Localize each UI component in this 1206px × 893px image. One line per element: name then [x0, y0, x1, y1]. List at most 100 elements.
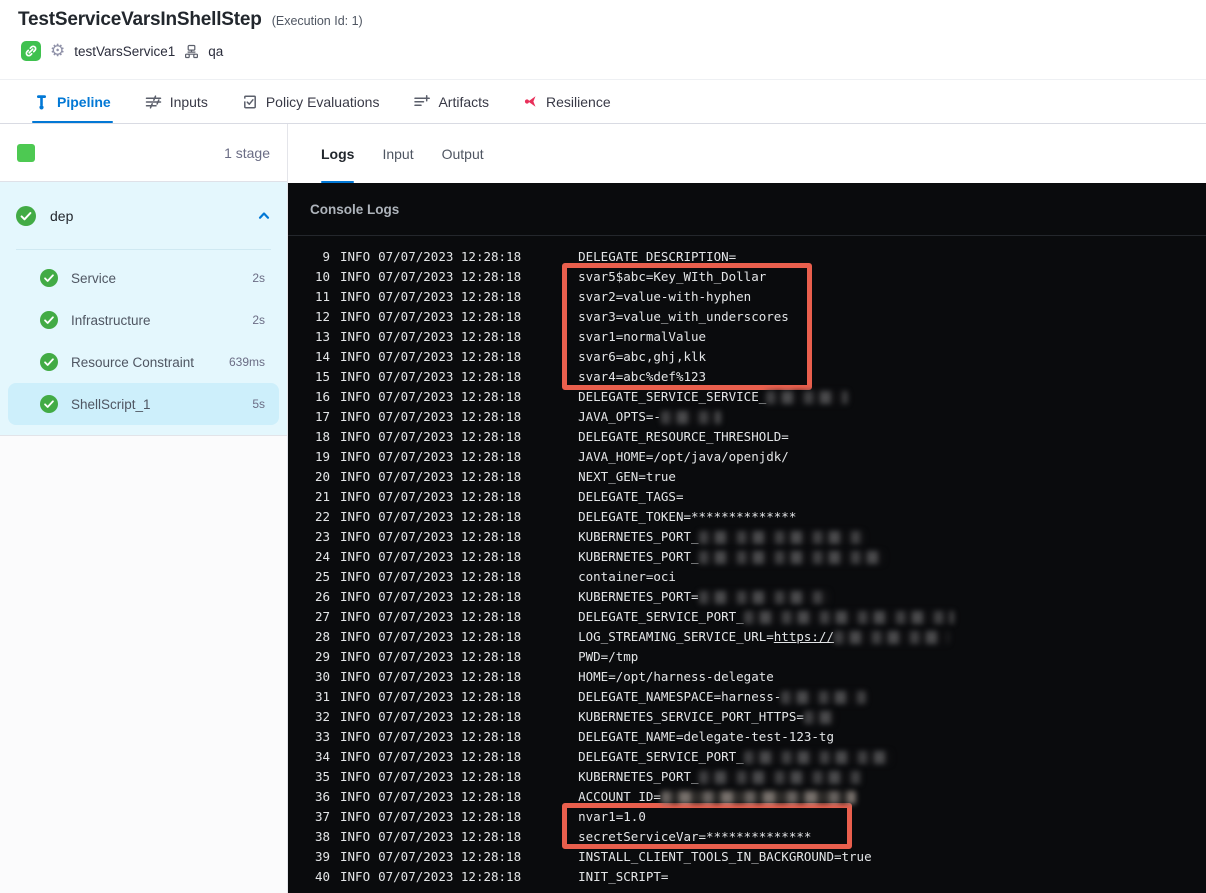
step-label: Service: [71, 270, 117, 286]
log-detail-tabs: Logs Input Output: [289, 124, 1206, 183]
redacted-text: [698, 550, 884, 564]
step-duration: 639ms: [228, 355, 265, 369]
step-label: Resource Constraint: [71, 354, 195, 370]
log-line: 26 INFO 07/07/2023 12:28:18 KUBERNETES_PORT…: [288, 587, 1206, 607]
step-service[interactable]: Service 2s: [8, 257, 279, 299]
log-line: 35 INFO 07/07/2023 12:28:18 KUBERNETES_PORT…: [288, 767, 1206, 787]
console-header: Console Logs: [288, 183, 1206, 236]
log-line: 24 INFO 07/07/2023 12:28:18 KUBERNETES_PORT…: [288, 547, 1206, 567]
redacted-text: [698, 770, 861, 784]
title-row: TestServiceVarsInShellStep (Execution Id…: [18, 9, 363, 31]
redacted-text: [660, 790, 856, 804]
step-label: Infrastructure: [71, 312, 151, 328]
step-label: ShellScript_1: [71, 396, 151, 412]
tab-policy-evaluations[interactable]: Policy Evaluations: [242, 80, 380, 123]
tab-pipeline[interactable]: Pipeline: [32, 80, 113, 123]
stage-group-label: dep: [50, 207, 74, 224]
step-infrastructure[interactable]: Infrastructure 2s: [8, 299, 279, 341]
log-line: 37 INFO 07/07/2023 12:28:18 nvar1=1.0: [314, 809, 646, 824]
console-title: Console Logs: [310, 201, 400, 217]
log-line: 12 INFO 07/07/2023 12:28:18 svar3=value_wit…: [314, 309, 789, 324]
log-line: 30 INFO 07/07/2023 12:28:18 HOME=/opt/harne…: [314, 669, 774, 684]
tab-input[interactable]: Input: [382, 124, 413, 183]
log-line: 36 INFO 07/07/2023 12:28:18 ACCOUNT_ID=: [288, 787, 1206, 807]
log-line: 40 INFO 07/07/2023 12:28:18 INIT_SCRIPT=: [314, 869, 669, 884]
policy-icon: [242, 94, 258, 110]
tab-artifacts[interactable]: Artifacts: [413, 80, 489, 123]
log-line: 25 INFO 07/07/2023 12:28:18 container=oci: [314, 569, 676, 584]
stage-summary-row: 1 stage: [0, 124, 287, 182]
stage-status-square: [17, 143, 35, 162]
check-circle-icon: [40, 395, 58, 413]
log-line: 16 INFO 07/07/2023 12:28:18 DELEGATE_SERVIC…: [288, 387, 1206, 407]
redacted-text: [834, 630, 949, 644]
redacted-text: [660, 410, 721, 424]
chevron-up-icon[interactable]: [257, 209, 271, 223]
tab-label: Inputs: [169, 93, 208, 110]
stage-group-section: dep Service 2s Infrastructure 2s Resourc…: [0, 182, 287, 436]
log-line: 20 INFO 07/07/2023 12:28:18 NEXT_GEN=true: [314, 469, 676, 484]
tab-logs[interactable]: Logs: [321, 124, 355, 183]
service-name[interactable]: testVarsService1: [74, 44, 175, 59]
check-circle-icon: [40, 353, 58, 371]
step-duration: 5s: [252, 397, 265, 411]
execution-header: TestServiceVarsInShellStep (Execution Id…: [0, 0, 1206, 80]
page-title: TestServiceVarsInShellStep: [18, 9, 262, 30]
log-line: 33 INFO 07/07/2023 12:28:18 DELEGATE_NAME=d…: [314, 729, 834, 744]
check-circle-icon: [16, 205, 36, 226]
redacted-text: [743, 610, 954, 624]
inputs-icon: [145, 94, 162, 109]
execution-nav-tabs: Pipeline Inputs Policy Evaluations Artif…: [0, 80, 1206, 124]
execution-id: (Execution Id: 1): [271, 14, 363, 28]
log-line: 39 INFO 07/07/2023 12:28:18 INSTALL_CLIENT_…: [314, 849, 872, 864]
redacted-text: [698, 530, 864, 544]
console-panel: Console Logs 9 INFO 07/07/2023 12:28:18 DEL…: [288, 183, 1206, 893]
artifacts-icon: [413, 94, 431, 109]
tab-label: Policy Evaluations: [265, 93, 380, 110]
link-badge-icon: [21, 41, 41, 61]
tab-label: Artifacts: [438, 93, 490, 110]
log-link[interactable]: https://: [774, 627, 834, 647]
log-line: 21 INFO 07/07/2023 12:28:18 DELEGATE_TAGS=: [314, 489, 684, 504]
environment-name[interactable]: qa: [208, 44, 223, 59]
tab-label: Input: [382, 145, 414, 162]
pipeline-icon: [34, 94, 49, 110]
log-line: 18 INFO 07/07/2023 12:28:18 DELEGATE_RESOUR…: [314, 429, 789, 444]
log-line: 29 INFO 07/07/2023 12:28:18 PWD=/tmp: [314, 649, 639, 664]
stage-group-header[interactable]: dep: [0, 182, 287, 249]
tab-label: Logs: [321, 145, 355, 162]
log-line: 34 INFO 07/07/2023 12:28:18 DELEGATE_SERVIC…: [288, 747, 1206, 767]
log-line: 14 INFO 07/07/2023 12:28:18 svar6=abc,ghj,k…: [314, 349, 707, 364]
console-lines[interactable]: 9 INFO 07/07/2023 12:28:18 DELEGATE_DESCRIP…: [288, 247, 1206, 887]
stage-count: 1 stage: [224, 144, 270, 161]
redacted-text: [698, 590, 829, 604]
stage-sidebar: 1 stage dep Service 2s Infrastructure 2s: [0, 124, 288, 893]
log-line: 28 INFO 07/07/2023 12:28:18 LOG_STREAMING_S…: [288, 627, 1206, 647]
step-duration: 2s: [252, 271, 265, 285]
step-list: Service 2s Infrastructure 2s Resource Co…: [0, 250, 287, 435]
check-circle-icon: [40, 311, 58, 329]
check-circle-icon: [40, 269, 58, 287]
log-line: 11 INFO 07/07/2023 12:28:18 svar2=value-wit…: [314, 289, 752, 304]
log-line: 17 INFO 07/07/2023 12:28:18 JAVA_OPTS=-: [288, 407, 1206, 427]
redacted-text: [766, 390, 849, 404]
tab-label: Output: [441, 145, 484, 162]
tab-output[interactable]: Output: [442, 124, 484, 183]
log-line: 38 INFO 07/07/2023 12:28:18 secretServiceVa…: [314, 829, 812, 844]
tab-inputs[interactable]: Inputs: [145, 80, 208, 123]
step-shellscript-1[interactable]: ShellScript_1 5s: [8, 383, 279, 425]
redacted-text: [743, 750, 891, 764]
log-line: 9 INFO 07/07/2023 12:28:18 DELEGATE_DESCRIP…: [322, 249, 737, 264]
tab-label: Pipeline: [57, 93, 111, 110]
execution-meta: ⚙ testVarsService1 qa: [21, 41, 223, 61]
step-resource-constraint[interactable]: Resource Constraint 639ms: [8, 341, 279, 383]
redacted-text: [781, 690, 867, 704]
tab-resilience[interactable]: Resilience: [523, 80, 611, 123]
log-line: 31 INFO 07/07/2023 12:28:18 DELEGATE_NAMESP…: [288, 687, 1206, 707]
log-line: 19 INFO 07/07/2023 12:28:18 JAVA_HOME=/opt/…: [314, 449, 789, 464]
tab-label: Resilience: [546, 93, 611, 110]
environment-icon: [184, 44, 199, 59]
log-line: 27 INFO 07/07/2023 12:28:18 DELEGATE_SERVIC…: [288, 607, 1206, 627]
redacted-text: [803, 710, 834, 724]
step-duration: 2s: [252, 313, 265, 327]
